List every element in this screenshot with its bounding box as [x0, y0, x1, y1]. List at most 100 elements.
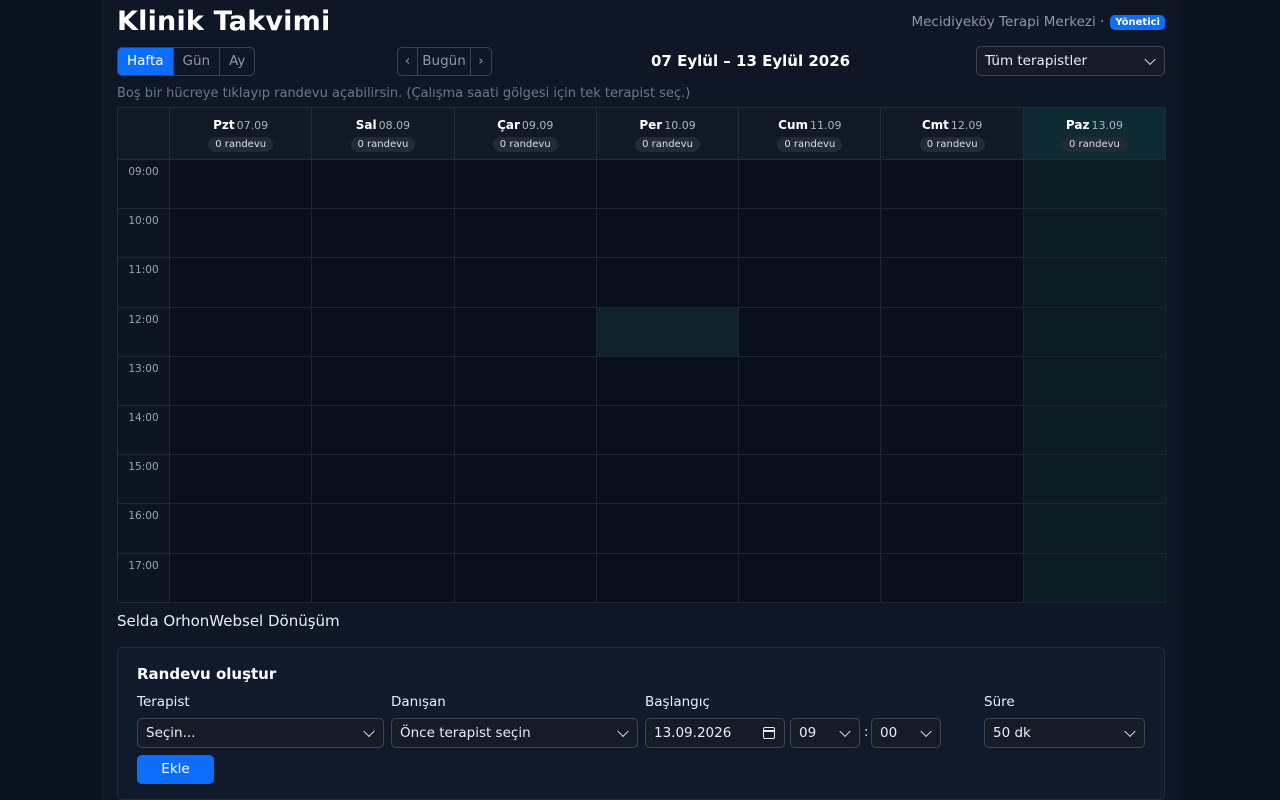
time-slot-cell[interactable] — [312, 504, 455, 554]
time-slot-cell[interactable] — [454, 209, 597, 259]
today-button[interactable]: Bugün — [418, 48, 471, 75]
minute-select-value: 00 — [880, 725, 898, 741]
time-slot-cell[interactable] — [881, 455, 1024, 505]
time-slot-cell[interactable] — [739, 455, 882, 505]
time-slot-cell[interactable] — [454, 504, 597, 554]
time-slot-cell[interactable] — [454, 307, 597, 357]
day-label: Sal — [355, 118, 377, 132]
time-slot-cell[interactable] — [170, 553, 313, 603]
time-slot-cell[interactable] — [881, 209, 1024, 259]
time-slot-cell[interactable] — [739, 160, 882, 210]
hour-select[interactable]: 09 — [790, 718, 860, 748]
view-month-button[interactable]: Ay — [220, 48, 254, 75]
appointment-count-badge: 0 randevu — [777, 137, 843, 152]
time-slot-cell[interactable] — [881, 160, 1024, 210]
view-day-button[interactable]: Gün — [174, 48, 221, 75]
time-slot-cell[interactable] — [454, 406, 597, 456]
therapist-filter-select[interactable]: Tüm terapistler — [976, 46, 1165, 76]
time-slot-cell[interactable] — [739, 258, 882, 308]
time-slot-cell[interactable] — [170, 455, 313, 505]
time-slot-cell[interactable] — [170, 160, 313, 210]
day-header[interactable]: Sal 08.09 0 randevu — [312, 108, 455, 160]
time-slot-cell[interactable] — [881, 553, 1024, 603]
next-week-button[interactable]: › — [471, 48, 491, 75]
time-slot-cell[interactable] — [1023, 406, 1167, 456]
time-slot-cell[interactable] — [739, 406, 882, 456]
prev-week-button[interactable]: ‹ — [398, 48, 418, 75]
view-week-button[interactable]: Hafta — [118, 48, 174, 75]
time-slot-cell[interactable] — [881, 504, 1024, 554]
day-header[interactable]: Paz 13.09 0 randevu — [1023, 108, 1167, 160]
time-slot-cell[interactable] — [596, 406, 740, 456]
time-slot-cell[interactable] — [881, 307, 1024, 357]
day-header[interactable]: Per 10.09 0 randevu — [596, 108, 740, 160]
page: Klinik Takvimi Mecidiyeköy Terapi Merkez… — [101, 0, 1180, 800]
chevron-down-icon — [1144, 53, 1156, 66]
therapist-select[interactable]: Seçin... — [137, 718, 384, 748]
time-slot-cell[interactable] — [881, 406, 1024, 456]
time-slot-cell[interactable] — [1023, 356, 1167, 406]
duration-select[interactable]: 50 dk — [984, 718, 1145, 748]
calendar-grid: Pzt 07.09 0 randevu Sal 08.09 0 randevu Çar 09.… — [117, 107, 1167, 603]
time-slot-cell[interactable] — [596, 258, 740, 308]
time-slot-cell[interactable] — [312, 209, 455, 259]
add-button[interactable]: Ekle — [137, 755, 214, 784]
time-slot-cell[interactable] — [1023, 307, 1167, 357]
time-slot-cell[interactable] — [312, 553, 455, 603]
time-slot-cell[interactable] — [596, 307, 740, 357]
time-slot-cell[interactable] — [1023, 455, 1167, 505]
form-title: Randevu oluştur — [137, 665, 277, 683]
client-select-value: Önce terapist seçin — [400, 725, 531, 741]
time-slot-cell[interactable] — [170, 406, 313, 456]
time-slot-cell[interactable] — [1023, 209, 1167, 259]
date-range: 07 Eylül – 13 Eylül 2026 — [651, 52, 851, 70]
day-header[interactable]: Cmt 12.09 0 randevu — [881, 108, 1024, 160]
day-name: Çar 09.09 — [455, 118, 596, 132]
time-label: 11:00 — [118, 258, 170, 308]
time-slot-cell[interactable] — [1023, 553, 1167, 603]
day-header[interactable]: Cum 11.09 0 randevu — [739, 108, 882, 160]
time-slot-cell[interactable] — [596, 504, 740, 554]
therapist-name: Selda OrhonWebsel Dönüşüm — [117, 612, 340, 630]
time-slot-cell[interactable] — [739, 504, 882, 554]
time-slot-cell[interactable] — [739, 356, 882, 406]
time-slot-cell[interactable] — [312, 406, 455, 456]
day-header[interactable]: Çar 09.09 0 randevu — [454, 108, 597, 160]
time-slot-cell[interactable] — [1023, 504, 1167, 554]
minute-select[interactable]: 00 — [871, 718, 941, 748]
client-select[interactable]: Önce terapist seçin — [391, 718, 638, 748]
calendar-icon[interactable] — [763, 727, 775, 739]
time-slot-cell[interactable] — [454, 258, 597, 308]
appointment-count-badge: 0 randevu — [1062, 137, 1127, 152]
time-slot-cell[interactable] — [170, 307, 313, 357]
time-slot-cell[interactable] — [312, 455, 455, 505]
time-slot-cell[interactable] — [312, 356, 455, 406]
time-slot-cell[interactable] — [596, 455, 740, 505]
time-slot-cell[interactable] — [454, 553, 597, 603]
date-input[interactable]: 13.09.2026 — [645, 718, 785, 748]
time-slot-cell[interactable] — [739, 307, 882, 357]
time-slot-cell[interactable] — [739, 553, 882, 603]
time-slot-cell[interactable] — [739, 209, 882, 259]
time-slot-cell[interactable] — [596, 553, 740, 603]
time-slot-cell[interactable] — [170, 209, 313, 259]
time-slot-cell[interactable] — [454, 356, 597, 406]
day-header[interactable]: Pzt 07.09 0 randevu — [170, 108, 313, 160]
time-slot-cell[interactable] — [170, 504, 313, 554]
time-slot-cell[interactable] — [1023, 258, 1167, 308]
time-slot-cell[interactable] — [881, 258, 1024, 308]
time-slot-cell[interactable] — [312, 258, 455, 308]
day-date: 11.09 — [810, 119, 842, 132]
time-slot-cell[interactable] — [881, 356, 1024, 406]
time-slot-cell[interactable] — [312, 160, 455, 210]
time-slot-cell[interactable] — [170, 356, 313, 406]
time-slot-cell[interactable] — [596, 209, 740, 259]
day-label: Çar — [497, 118, 520, 132]
time-slot-cell[interactable] — [170, 258, 313, 308]
time-slot-cell[interactable] — [454, 160, 597, 210]
time-slot-cell[interactable] — [312, 307, 455, 357]
time-slot-cell[interactable] — [596, 160, 740, 210]
time-slot-cell[interactable] — [1023, 160, 1167, 210]
time-slot-cell[interactable] — [596, 356, 740, 406]
time-slot-cell[interactable] — [454, 455, 597, 505]
